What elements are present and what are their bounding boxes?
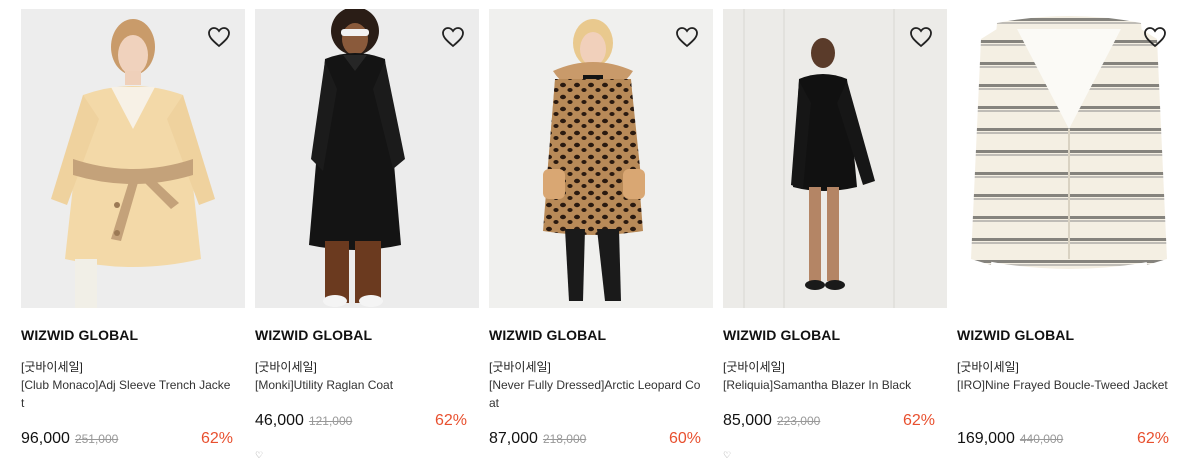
discount-rate: 62% — [200, 430, 233, 447]
product-card[interactable]: WIZWID GLOBAL [굿바이세일] [Monki]Utility Rag… — [255, 9, 479, 460]
heart-outline-icon[interactable] — [441, 26, 465, 48]
sale-price: 87,000 — [489, 430, 538, 447]
product-grid: WIZWID GLOBAL [굿바이세일] [Club Monaco]Adj S… — [21, 9, 1181, 460]
sale-price: 96,000 — [21, 430, 70, 447]
black-coat-photo — [255, 9, 479, 308]
sale-tag: [굿바이세일] — [723, 360, 785, 374]
product-image[interactable] — [489, 9, 713, 308]
product-name[interactable]: [Monki]Utility Raglan Coat — [255, 376, 467, 394]
original-price: 440,000 — [1019, 432, 1064, 446]
price-row: 96,000 251,000 62% — [21, 430, 233, 448]
brand-name[interactable]: WIZWID GLOBAL — [489, 327, 713, 345]
product-card[interactable]: WIZWID GLOBAL [굿바이세일] [Never Fully Dress… — [489, 9, 713, 447]
price-row: 169,000 440,000 62% — [957, 430, 1169, 448]
brand-name[interactable]: WIZWID GLOBAL — [21, 327, 245, 345]
black-blazer-photo — [723, 9, 947, 308]
product-card[interactable]: WIZWID GLOBAL [굿바이세일] [Club Monaco]Adj S… — [21, 9, 245, 447]
discount-rate: 62% — [434, 412, 467, 429]
leopard-coat-photo — [489, 9, 713, 308]
sale-tag: [굿바이세일] — [255, 360, 317, 374]
product-image[interactable] — [21, 9, 245, 308]
heart-outline-icon[interactable] — [1143, 26, 1167, 48]
product-image[interactable] — [957, 9, 1181, 308]
product-image[interactable] — [255, 9, 479, 308]
brand-name[interactable]: WIZWID GLOBAL — [957, 327, 1181, 345]
price-row: 46,000 121,000 62% — [255, 412, 467, 430]
sale-price: 85,000 — [723, 412, 772, 429]
product-image[interactable] — [723, 9, 947, 308]
heart-outline-icon[interactable] — [675, 26, 699, 48]
heart-outline-icon[interactable] — [207, 26, 231, 48]
product-name[interactable]: [IRO]Nine Frayed Boucle-Tweed Jacket — [957, 376, 1169, 394]
original-price: 251,000 — [74, 432, 119, 446]
heart-outline-icon[interactable] — [909, 26, 933, 48]
product-name[interactable]: [Reliquia]Samantha Blazer In Black — [723, 376, 935, 394]
sale-tag: [굿바이세일] — [489, 360, 551, 374]
discount-rate: 62% — [1136, 430, 1169, 447]
product-card[interactable]: WIZWID GLOBAL [굿바이세일] [Reliquia]Samantha… — [723, 9, 947, 460]
trench-coat-photo — [21, 9, 245, 308]
sale-tag: [굿바이세일] — [957, 360, 1019, 374]
brand-name[interactable]: WIZWID GLOBAL — [255, 327, 479, 345]
sale-price: 46,000 — [255, 412, 304, 429]
product-name[interactable]: [Club Monaco]Adj Sleeve Trench Jacket — [21, 376, 233, 412]
discount-rate: 62% — [902, 412, 935, 429]
original-price: 218,000 — [542, 432, 587, 446]
price-row: 85,000 223,000 62% — [723, 412, 935, 430]
discount-rate: 60% — [668, 430, 701, 447]
tweed-jacket-photo — [957, 9, 1181, 308]
sale-price: 169,000 — [957, 430, 1015, 447]
price-row: 87,000 218,000 60% — [489, 430, 701, 448]
original-price: 223,000 — [776, 414, 821, 428]
product-card[interactable]: WIZWID GLOBAL [굿바이세일] [IRO]Nine Frayed B… — [957, 9, 1181, 447]
brand-name[interactable]: WIZWID GLOBAL — [723, 327, 947, 345]
original-price: 121,000 — [308, 414, 353, 428]
product-name[interactable]: [Never Fully Dressed]Arctic Leopard Coat — [489, 376, 701, 412]
sale-tag: [굿바이세일] — [21, 360, 83, 374]
